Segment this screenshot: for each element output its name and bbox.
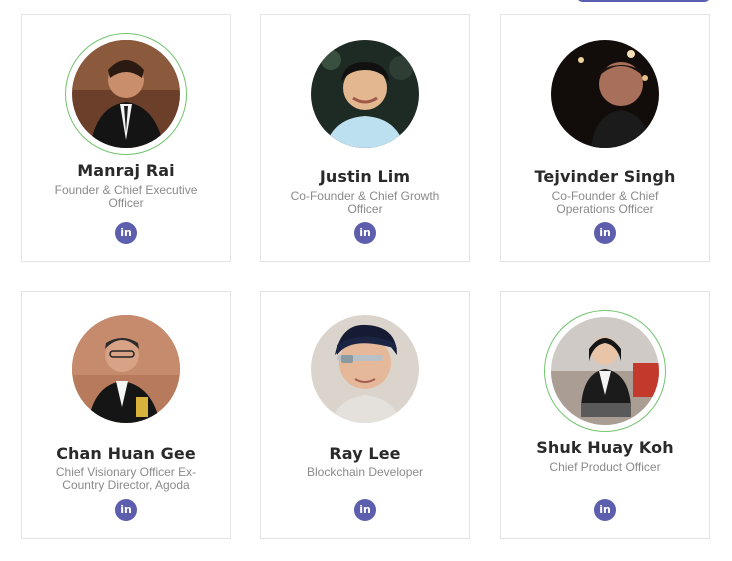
member-role: Co-Founder & Chief Growth Officer (290, 189, 440, 216)
linkedin-icon[interactable]: in (354, 499, 376, 521)
avatar-frame (311, 315, 419, 423)
member-role: Chief Product Officer (549, 460, 661, 474)
avatar (72, 40, 180, 148)
avatar (72, 315, 180, 423)
linkedin-icon[interactable]: in (594, 222, 616, 244)
avatar-frame (72, 315, 180, 423)
member-name: Tejvinder Singh (534, 167, 676, 186)
member-name: Justin Lim (319, 167, 411, 186)
avatar-frame (311, 40, 419, 148)
avatar (551, 40, 659, 148)
avatar-ring (544, 310, 666, 432)
linkedin-icon[interactable]: in (115, 499, 137, 521)
member-role: Chief Visionary Officer Ex-Country Direc… (55, 465, 197, 492)
member-name: Ray Lee (329, 444, 401, 463)
member-name: Chan Huan Gee (56, 444, 196, 463)
avatar (551, 317, 659, 425)
member-role: Blockchain Developer (306, 465, 424, 479)
linkedin-icon[interactable]: in (594, 499, 616, 521)
avatar-ring (65, 33, 187, 155)
avatar-frame (551, 40, 659, 148)
avatar (311, 40, 419, 148)
member-role: Founder & Chief Executive Officer (54, 183, 198, 210)
team-card-manraj-rai: Manraj Rai Founder & Chief Executive Off… (21, 14, 231, 262)
member-name: Shuk Huay Koh (536, 438, 674, 457)
team-card-ray-lee: Ray Lee Blockchain Developer in (260, 291, 470, 539)
team-card-tejvinder-singh: Tejvinder Singh Co-Founder & Chief Opera… (500, 14, 710, 262)
member-role: Co-Founder & Chief Operations Officer (551, 189, 659, 216)
linkedin-icon[interactable]: in (115, 222, 137, 244)
member-name: Manraj Rai (77, 161, 175, 180)
top-partial-button[interactable] (576, 0, 711, 2)
team-card-chan-huan-gee: Chan Huan Gee Chief Visionary Officer Ex… (21, 291, 231, 539)
team-card-shuk-huay-koh: Shuk Huay Koh Chief Product Officer in (500, 291, 710, 539)
linkedin-icon[interactable]: in (354, 222, 376, 244)
avatar (311, 315, 419, 423)
team-card-justin-lim: Justin Lim Co-Founder & Chief Growth Off… (260, 14, 470, 262)
